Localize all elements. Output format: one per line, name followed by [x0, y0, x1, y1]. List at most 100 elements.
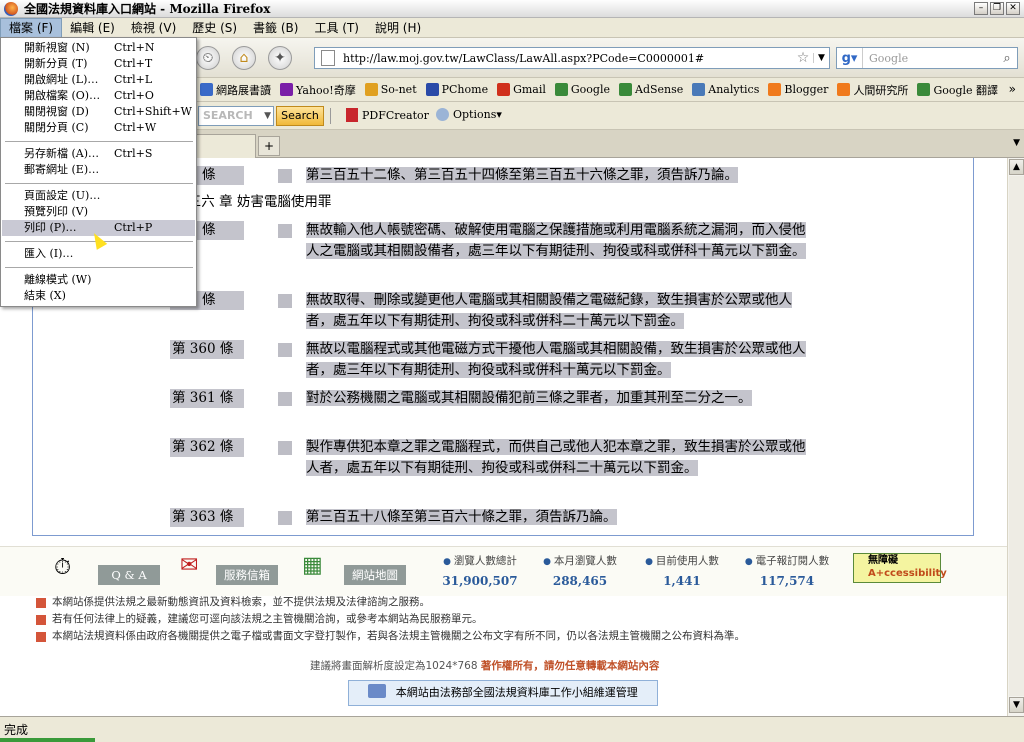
menu-history[interactable]: 歷史 (S) — [184, 18, 245, 38]
file-menu-item[interactable]: 關閉視窗 (D) Ctrl+Shift+W — [2, 104, 195, 120]
scroll-down-icon[interactable]: ▼ — [1009, 697, 1024, 713]
toolbar-search-input[interactable]: SEARCH ▼ — [198, 106, 274, 126]
new-tab-button[interactable]: + — [258, 136, 280, 156]
home-icon[interactable]: ⌂ — [232, 46, 256, 70]
restore-button[interactable]: ❐ — [990, 2, 1004, 15]
vertical-scrollbar[interactable]: ▲ ▼ — [1007, 158, 1024, 716]
pdfcreator-button[interactable]: PDFCreator — [346, 108, 429, 122]
disclaimer-notes: 本網站係提供法規之最新動態資訊及資料檢索，並不提供法規及法律諮詢之服務。 若有任… — [36, 594, 745, 645]
file-menu-item[interactable]: 開啟網址 (L)… Ctrl+L — [2, 72, 195, 88]
file-menu-item[interactable]: 開新分頁 (T) Ctrl+T — [2, 56, 195, 72]
url-dropdown-icon[interactable]: ▼ — [813, 53, 829, 63]
bookmark-item[interactable]: 網路展書讀 — [200, 82, 271, 98]
toolbar-search-placeholder: SEARCH — [203, 109, 253, 122]
bookmark-icon — [200, 83, 213, 96]
menu-item-label: 開啟網址 (L)… — [24, 73, 99, 86]
article-number: 第 362 條 — [170, 438, 244, 457]
menu-help[interactable]: 說明 (H) — [367, 18, 429, 38]
address-bar[interactable]: http://law.moj.gov.tw/LawClass/LawAll.as… — [314, 47, 830, 69]
page-icon — [321, 50, 335, 66]
bookmark-item[interactable]: Yahoo!奇摩 — [280, 82, 356, 98]
file-menu-item[interactable]: 郵寄網址 (E)… — [2, 162, 195, 178]
menu-item-label: 關閉視窗 (D) — [24, 105, 89, 118]
file-menu-item[interactable]: 開啟檔案 (O)… Ctrl+O — [2, 88, 195, 104]
bookmark-item[interactable]: Gmail — [497, 83, 546, 96]
options-button[interactable]: Options ▾ — [436, 108, 502, 121]
tab-current[interactable] — [196, 134, 256, 158]
stat-label: 瀏覽人數總計 — [443, 555, 517, 567]
file-menu-item[interactable]: 關閉分頁 (C) Ctrl+W — [2, 120, 195, 136]
bookmark-label: Yahoo!奇摩 — [296, 83, 356, 97]
menu-separator — [5, 141, 193, 142]
bookmark-item[interactable]: Google — [554, 83, 610, 96]
bookmark-label: AdSense — [635, 83, 684, 96]
sitemap-button[interactable]: 網站地圖 — [344, 565, 406, 585]
bookmark-item[interactable]: So-net — [364, 83, 417, 96]
maintainer-banner[interactable]: 本網站由法務部全國法規資料庫工作小組維運管理 — [348, 680, 658, 706]
stopwatch-icon: ⏱ — [54, 555, 72, 580]
file-menu-dropdown: 開新視窗 (N) Ctrl+N 開新分頁 (T) Ctrl+T 開啟網址 (L)… Ctr… — [0, 37, 197, 307]
article-text: 無故取得、刪除或變更他人電腦或其相關設備之電磁紀錄，致生損害於公眾或他人者，處五… — [306, 290, 818, 332]
article-text: 第三百五十八條至第三百六十條之罪，須告訴乃論。 — [306, 507, 818, 528]
bookmark-label: 人間研究所 — [853, 83, 909, 97]
tab-list-icon[interactable]: ▼ — [1013, 138, 1020, 148]
file-menu-item[interactable]: 離線模式 (W) — [2, 272, 195, 288]
stat-current-users: 目前使用人數 1,441 — [636, 553, 728, 588]
menu-item-shortcut: Ctrl+O — [114, 89, 154, 102]
qa-button[interactable]: Q & A — [98, 565, 160, 585]
menu-item-shortcut: Ctrl+S — [114, 147, 153, 160]
menu-bookmarks[interactable]: 書籤 (B) — [245, 18, 306, 38]
bookmark-icon — [280, 83, 293, 96]
menu-item-label: 關閉分頁 (C) — [24, 121, 89, 134]
scroll-thumb[interactable] — [1009, 176, 1024, 696]
options-label: Options — [453, 108, 497, 121]
bookmark-star-icon[interactable]: ☆ — [793, 50, 813, 66]
toolbar-search-dropdown-icon[interactable]: ▼ — [264, 107, 271, 125]
bookmarks-overflow-icon[interactable]: » — [1009, 82, 1016, 96]
search-icon[interactable]: ⌕ — [997, 51, 1017, 66]
accessibility-badge[interactable]: 無障礙 A+ccessibility — [853, 553, 947, 583]
addon-icon[interactable]: ✦ — [268, 46, 292, 70]
menu-file[interactable]: 檔案 (F) — [0, 17, 63, 38]
google-engine-icon[interactable]: g▾ — [837, 48, 863, 68]
search-bar[interactable]: g▾ Google ⌕ — [836, 47, 1018, 69]
menu-item-label: 離線模式 (W) — [24, 273, 92, 286]
file-menu-item[interactable]: 開新視窗 (N) Ctrl+N — [2, 40, 195, 56]
pdf-icon — [346, 108, 358, 122]
url-text[interactable]: http://law.moj.gov.tw/LawClass/LawAll.as… — [343, 52, 793, 65]
menu-item-shortcut: Ctrl+P — [114, 221, 153, 234]
stat-label: 目前使用人數 — [645, 555, 719, 567]
file-menu-item[interactable]: 預覽列印 (V) — [2, 204, 195, 220]
close-button[interactable]: ✕ — [1006, 2, 1020, 15]
bookmark-item[interactable]: PChome — [425, 83, 488, 96]
file-menu-item[interactable]: 另存新檔 (A)… Ctrl+S — [2, 146, 195, 162]
article-text-content: 無故輸入他人帳號密碼、破解使用電腦之保護措施或利用電腦系統之漏洞，而入侵他人之電… — [306, 222, 806, 259]
menu-view[interactable]: 檢視 (V) — [123, 18, 184, 38]
mailbox-button[interactable]: 服務信箱 — [216, 565, 278, 585]
accessibility-subtitle: A+ccessibility — [868, 568, 947, 579]
scroll-up-icon[interactable]: ▲ — [1009, 159, 1024, 175]
bookmark-item[interactable]: Blogger — [768, 83, 828, 96]
menu-tools[interactable]: 工具 (T) — [306, 18, 367, 38]
menu-edit[interactable]: 編輯 (E) — [62, 18, 123, 38]
bookmark-icon — [917, 83, 931, 96]
bookmark-item[interactable]: Analytics — [692, 83, 759, 96]
history-icon[interactable]: ⏲ — [196, 46, 220, 70]
menu-item-label: 開啟檔案 (O)… — [24, 89, 101, 102]
pdfcreator-label: PDFCreator — [362, 108, 429, 122]
bookmark-item[interactable]: AdSense — [619, 83, 683, 96]
file-menu-item[interactable]: 結束 (X) — [2, 288, 195, 304]
stat-subscribers: 電子報訂閱人數 117,574 — [738, 553, 836, 588]
bookmark-label: Analytics — [708, 83, 760, 96]
minimize-button[interactable]: – — [974, 2, 988, 15]
accessibility-title: 無障礙 — [868, 555, 898, 566]
disclaimer-note: 若有任何法律上的疑義，建議您可逕向該法規之主管機關洽詢，或參考本網站為民服務單元… — [36, 611, 745, 628]
toolbar-search-button[interactable]: Search — [276, 106, 324, 126]
bookmark-item[interactable]: Google 翻譯 — [917, 82, 998, 98]
file-menu-item[interactable]: 頁面設定 (U)… — [2, 188, 195, 204]
mailbox-icon: ✉ — [180, 553, 199, 578]
bookmark-item[interactable]: 人間研究所 — [837, 82, 908, 98]
search-input[interactable]: Google — [863, 52, 997, 65]
status-bar: 完成 — [0, 716, 1024, 742]
bookmark-icon — [619, 83, 632, 96]
